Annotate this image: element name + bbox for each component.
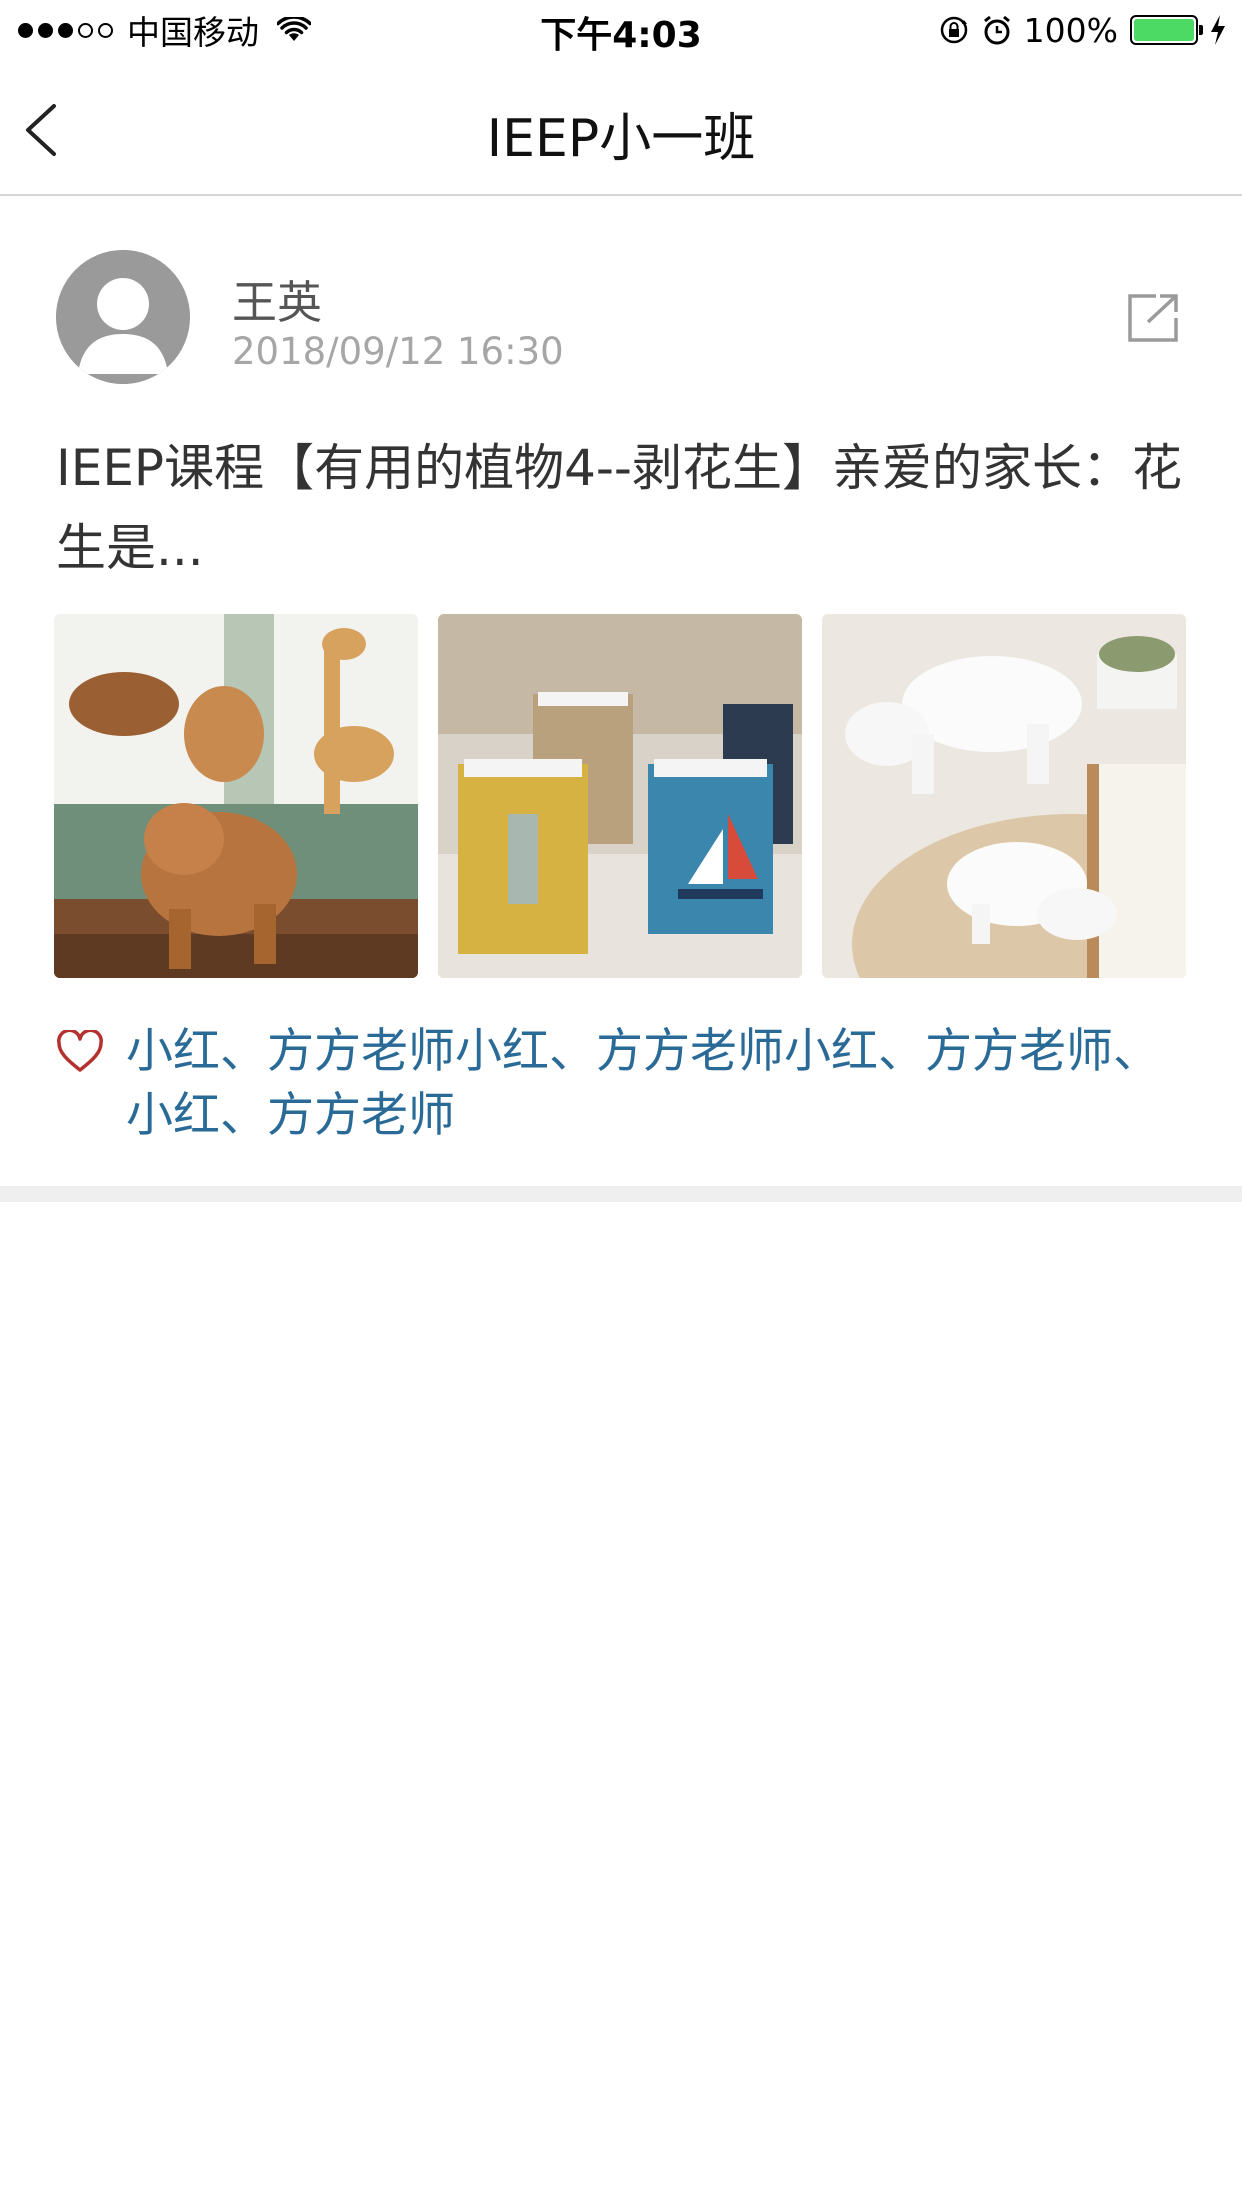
status-right: 100% (938, 8, 1226, 52)
navigation-bar: IEEP小一班 (0, 60, 1242, 196)
author-name[interactable]: 王英 (232, 266, 322, 331)
share-external-icon (1128, 294, 1178, 342)
post-timestamp: 2018/09/12 16:30 (232, 330, 564, 373)
heart-outline-icon[interactable] (56, 1030, 104, 1074)
liked-by-names[interactable]: 小红、方方老师小红、方方老师小红、方方老师、小红、方方老师 (126, 1020, 1196, 1148)
alarm-icon (983, 15, 1010, 45)
default-user-icon (56, 250, 190, 384)
avatar[interactable] (56, 250, 190, 384)
page-title: IEEP小一班 (486, 109, 756, 169)
status-bar: 中国移动 下午4:03 100% (0, 0, 1242, 60)
photo-grid (54, 614, 1186, 978)
rotation-lock-icon (940, 16, 967, 44)
photo-thumbnail-wooden-animals[interactable] (54, 614, 418, 978)
photo-thumbnail-polar-bears[interactable] (822, 614, 1186, 978)
battery-percent: 100% (1023, 10, 1118, 50)
photo-thumbnail-pen-holders[interactable] (438, 614, 802, 978)
likes-section: 小红、方方老师小红、方方老师小红、方方老师、小红、方方老师 (56, 1020, 1196, 1148)
battery-fill (1134, 19, 1194, 41)
charging-icon (1211, 15, 1225, 45)
battery-icon (1130, 15, 1203, 45)
section-divider (0, 1186, 1242, 1202)
share-button[interactable] (1126, 292, 1182, 344)
post-text[interactable]: IEEP课程【有用的植物4--剥花生】亲爱的家长：花生是... (56, 428, 1186, 588)
